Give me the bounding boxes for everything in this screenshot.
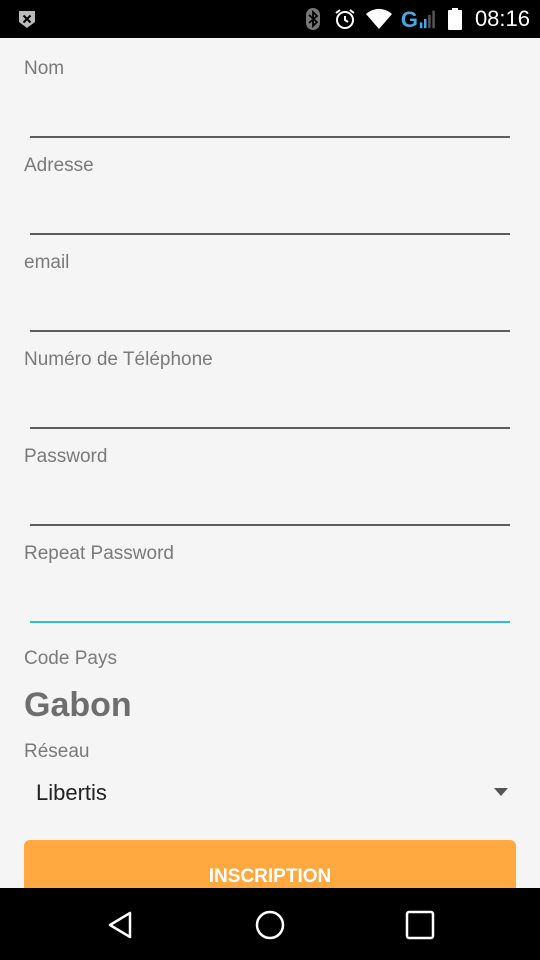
repeat-password-field[interactable] — [30, 583, 510, 623]
dropdown-arrow-icon — [494, 788, 508, 796]
status-time: 08:16 — [474, 6, 530, 31]
network-selected-value: Libertis — [36, 780, 107, 805]
email-label: email — [24, 252, 70, 273]
email-field[interactable] — [30, 292, 510, 332]
wifi-icon — [365, 8, 392, 29]
address-label: Adresse — [24, 155, 94, 176]
password-label: Password — [24, 446, 108, 467]
signal-icon — [419, 10, 435, 29]
country-code-label: Code Pays — [24, 648, 117, 669]
network-label: Réseau — [24, 741, 90, 762]
registration-form: Nom Adresse email Numéro de Téléphone Pa… — [0, 38, 540, 888]
back-icon[interactable] — [104, 908, 138, 942]
country-value[interactable]: Gabon — [24, 686, 132, 725]
phone-label: Numéro de Téléphone — [24, 349, 213, 370]
network-g-icon: G — [400, 7, 418, 32]
home-icon[interactable] — [253, 908, 287, 942]
bluetooth-icon — [305, 8, 320, 30]
status-bar: G 08:16 — [0, 0, 540, 38]
address-field[interactable] — [30, 195, 510, 235]
status-icons: G 08:16 — [301, 0, 530, 38]
recents-icon[interactable] — [403, 908, 437, 942]
name-field[interactable] — [30, 98, 510, 138]
navigation-bar — [0, 888, 540, 960]
inscription-button[interactable]: INSCRIPTION — [24, 840, 516, 888]
repeat-password-label: Repeat Password — [24, 543, 174, 564]
notification-close-icon — [19, 11, 35, 28]
password-field[interactable] — [30, 486, 510, 526]
alarm-icon — [335, 9, 355, 29]
network-select[interactable]: Libertis — [24, 774, 516, 810]
battery-icon — [447, 8, 462, 30]
name-label: Nom — [24, 58, 65, 79]
phone-field[interactable] — [30, 389, 510, 429]
